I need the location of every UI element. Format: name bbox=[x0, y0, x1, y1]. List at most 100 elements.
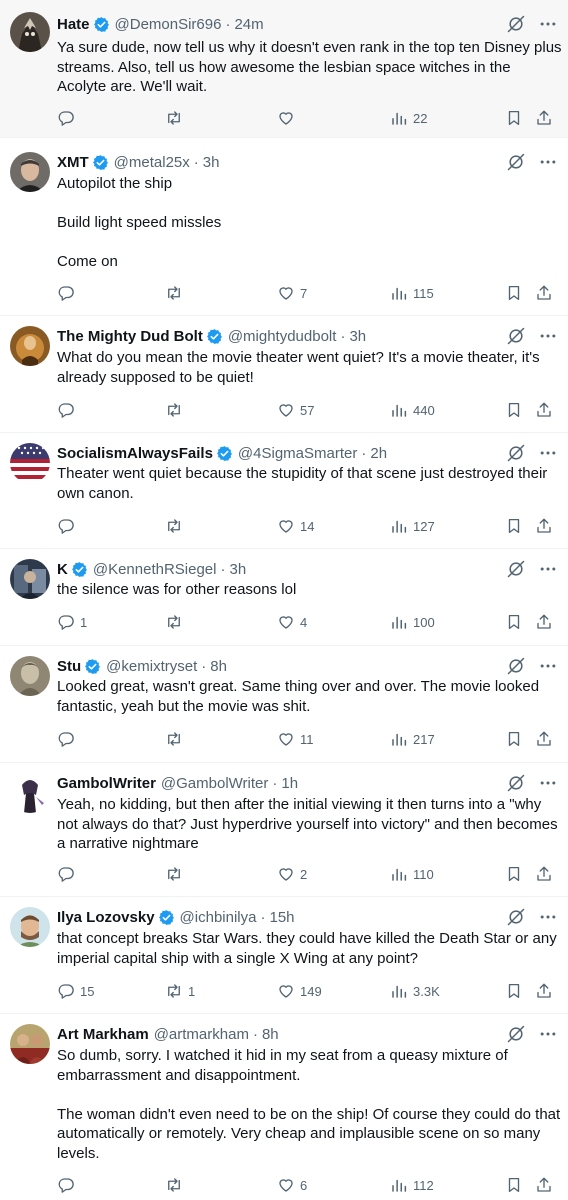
retweet-button[interactable] bbox=[165, 1175, 188, 1195]
reply-tweet[interactable]: K @KennethRSiegel · 3h the silence was f… bbox=[0, 549, 568, 646]
timestamp[interactable]: 8h bbox=[210, 658, 227, 675]
views-button[interactable]: 115 bbox=[390, 283, 434, 303]
reply-tweet[interactable]: Stu @kemixtryset · 8h Looked great, wasn… bbox=[0, 646, 568, 763]
avatar[interactable] bbox=[10, 1024, 50, 1064]
share-button[interactable] bbox=[535, 283, 553, 303]
like-button[interactable]: 6 bbox=[277, 1175, 307, 1195]
share-button[interactable] bbox=[535, 516, 553, 536]
views-button[interactable]: 112 bbox=[390, 1175, 434, 1195]
like-button[interactable]: 11 bbox=[277, 729, 314, 749]
grok-icon[interactable] bbox=[506, 1024, 526, 1044]
bookmark-button[interactable] bbox=[505, 283, 523, 303]
author-handle[interactable]: @4SigmaSmarter bbox=[238, 445, 357, 462]
timestamp[interactable]: 1h bbox=[281, 775, 298, 792]
views-button[interactable]: 127 bbox=[390, 516, 435, 536]
like-button[interactable]: 2 bbox=[277, 864, 307, 884]
reply-tweet[interactable]: The Mighty Dud Bolt @mightydudbolt · 3h … bbox=[0, 316, 568, 433]
reply-tweet[interactable]: XMT @metal25x · 3h Autopilot the ship Bu… bbox=[0, 138, 568, 316]
retweet-button[interactable] bbox=[165, 612, 188, 632]
bookmark-button[interactable] bbox=[505, 729, 523, 749]
grok-icon[interactable] bbox=[506, 443, 526, 463]
author-handle[interactable]: @ichbinilya bbox=[180, 909, 257, 926]
author-name[interactable]: The Mighty Dud Bolt bbox=[57, 328, 203, 345]
reply-button[interactable] bbox=[57, 400, 80, 420]
author-handle[interactable]: @mightydudbolt bbox=[228, 328, 337, 345]
author-handle[interactable]: @metal25x bbox=[114, 154, 190, 171]
like-button[interactable]: 149 bbox=[277, 981, 322, 1001]
bookmark-button[interactable] bbox=[505, 1175, 523, 1195]
like-button[interactable]: 57 bbox=[277, 400, 314, 420]
share-button[interactable] bbox=[535, 864, 553, 884]
author-handle[interactable]: @GambolWriter bbox=[161, 775, 268, 792]
author-name[interactable]: GambolWriter bbox=[57, 775, 156, 792]
grok-icon[interactable] bbox=[506, 559, 526, 579]
author-name[interactable]: XMT bbox=[57, 154, 89, 171]
timestamp[interactable]: 3h bbox=[229, 561, 246, 578]
share-button[interactable] bbox=[535, 612, 553, 632]
reply-button[interactable] bbox=[57, 516, 80, 536]
reply-button[interactable]: 1 bbox=[57, 612, 87, 632]
retweet-button[interactable]: 1 bbox=[165, 981, 195, 1001]
grok-icon[interactable] bbox=[506, 14, 526, 34]
avatar[interactable] bbox=[10, 443, 50, 483]
bookmark-button[interactable] bbox=[505, 108, 523, 128]
share-button[interactable] bbox=[535, 108, 553, 128]
timestamp[interactable]: 3h bbox=[203, 154, 220, 171]
author-handle[interactable]: @KennethRSiegel bbox=[93, 561, 217, 578]
share-button[interactable] bbox=[535, 729, 553, 749]
reply-tweet[interactable]: Art Markham @artmarkham · 8h So dumb, so… bbox=[0, 1014, 568, 1200]
avatar[interactable] bbox=[10, 152, 50, 192]
share-button[interactable] bbox=[535, 981, 553, 1001]
reply-button[interactable] bbox=[57, 108, 80, 128]
retweet-button[interactable] bbox=[165, 516, 188, 536]
avatar[interactable] bbox=[10, 907, 50, 947]
more-icon[interactable] bbox=[538, 443, 558, 463]
bookmark-button[interactable] bbox=[505, 864, 523, 884]
avatar[interactable] bbox=[10, 656, 50, 696]
more-icon[interactable] bbox=[538, 326, 558, 346]
author-name[interactable]: K bbox=[57, 561, 68, 578]
avatar[interactable] bbox=[10, 559, 50, 599]
views-button[interactable]: 100 bbox=[390, 612, 435, 632]
grok-icon[interactable] bbox=[506, 152, 526, 172]
more-icon[interactable] bbox=[538, 656, 558, 676]
author-handle[interactable]: @kemixtryset bbox=[106, 658, 197, 675]
avatar[interactable] bbox=[10, 773, 50, 813]
timestamp[interactable]: 24m bbox=[234, 16, 263, 33]
author-name[interactable]: Stu bbox=[57, 658, 81, 675]
reply-button[interactable] bbox=[57, 864, 80, 884]
timestamp[interactable]: 15h bbox=[269, 909, 294, 926]
reply-button[interactable] bbox=[57, 283, 80, 303]
reply-tweet[interactable]: Ilya Lozovsky @ichbinilya · 15h that con… bbox=[0, 897, 568, 1014]
reply-button[interactable] bbox=[57, 1175, 80, 1195]
like-button[interactable]: 7 bbox=[277, 283, 307, 303]
retweet-button[interactable] bbox=[165, 283, 188, 303]
reply-tweet[interactable]: Hate @DemonSir696 · 24m Ya sure dude, no… bbox=[0, 0, 568, 138]
bookmark-button[interactable] bbox=[505, 400, 523, 420]
like-button[interactable]: 14 bbox=[277, 516, 314, 536]
timestamp[interactable]: 3h bbox=[349, 328, 366, 345]
reply-tweet[interactable]: SocialismAlwaysFails @4SigmaSmarter · 2h… bbox=[0, 433, 568, 549]
author-name[interactable]: Art Markham bbox=[57, 1026, 149, 1043]
more-icon[interactable] bbox=[538, 14, 558, 34]
views-button[interactable]: 110 bbox=[390, 864, 434, 884]
bookmark-button[interactable] bbox=[505, 612, 523, 632]
reply-tweet[interactable]: GambolWriter @GambolWriter · 1h Yeah, no… bbox=[0, 763, 568, 897]
retweet-button[interactable] bbox=[165, 400, 188, 420]
share-button[interactable] bbox=[535, 1175, 553, 1195]
reply-button[interactable] bbox=[57, 729, 80, 749]
views-button[interactable]: 22 bbox=[390, 108, 427, 128]
more-icon[interactable] bbox=[538, 907, 558, 927]
retweet-button[interactable] bbox=[165, 864, 188, 884]
more-icon[interactable] bbox=[538, 559, 558, 579]
author-name[interactable]: SocialismAlwaysFails bbox=[57, 445, 213, 462]
reply-button[interactable]: 15 bbox=[57, 981, 94, 1001]
author-handle[interactable]: @DemonSir696 bbox=[115, 16, 222, 33]
views-button[interactable]: 440 bbox=[390, 400, 435, 420]
views-button[interactable]: 3.3K bbox=[390, 981, 440, 1001]
bookmark-button[interactable] bbox=[505, 981, 523, 1001]
timestamp[interactable]: 8h bbox=[262, 1026, 279, 1043]
bookmark-button[interactable] bbox=[505, 516, 523, 536]
author-handle[interactable]: @artmarkham bbox=[154, 1026, 249, 1043]
grok-icon[interactable] bbox=[506, 773, 526, 793]
